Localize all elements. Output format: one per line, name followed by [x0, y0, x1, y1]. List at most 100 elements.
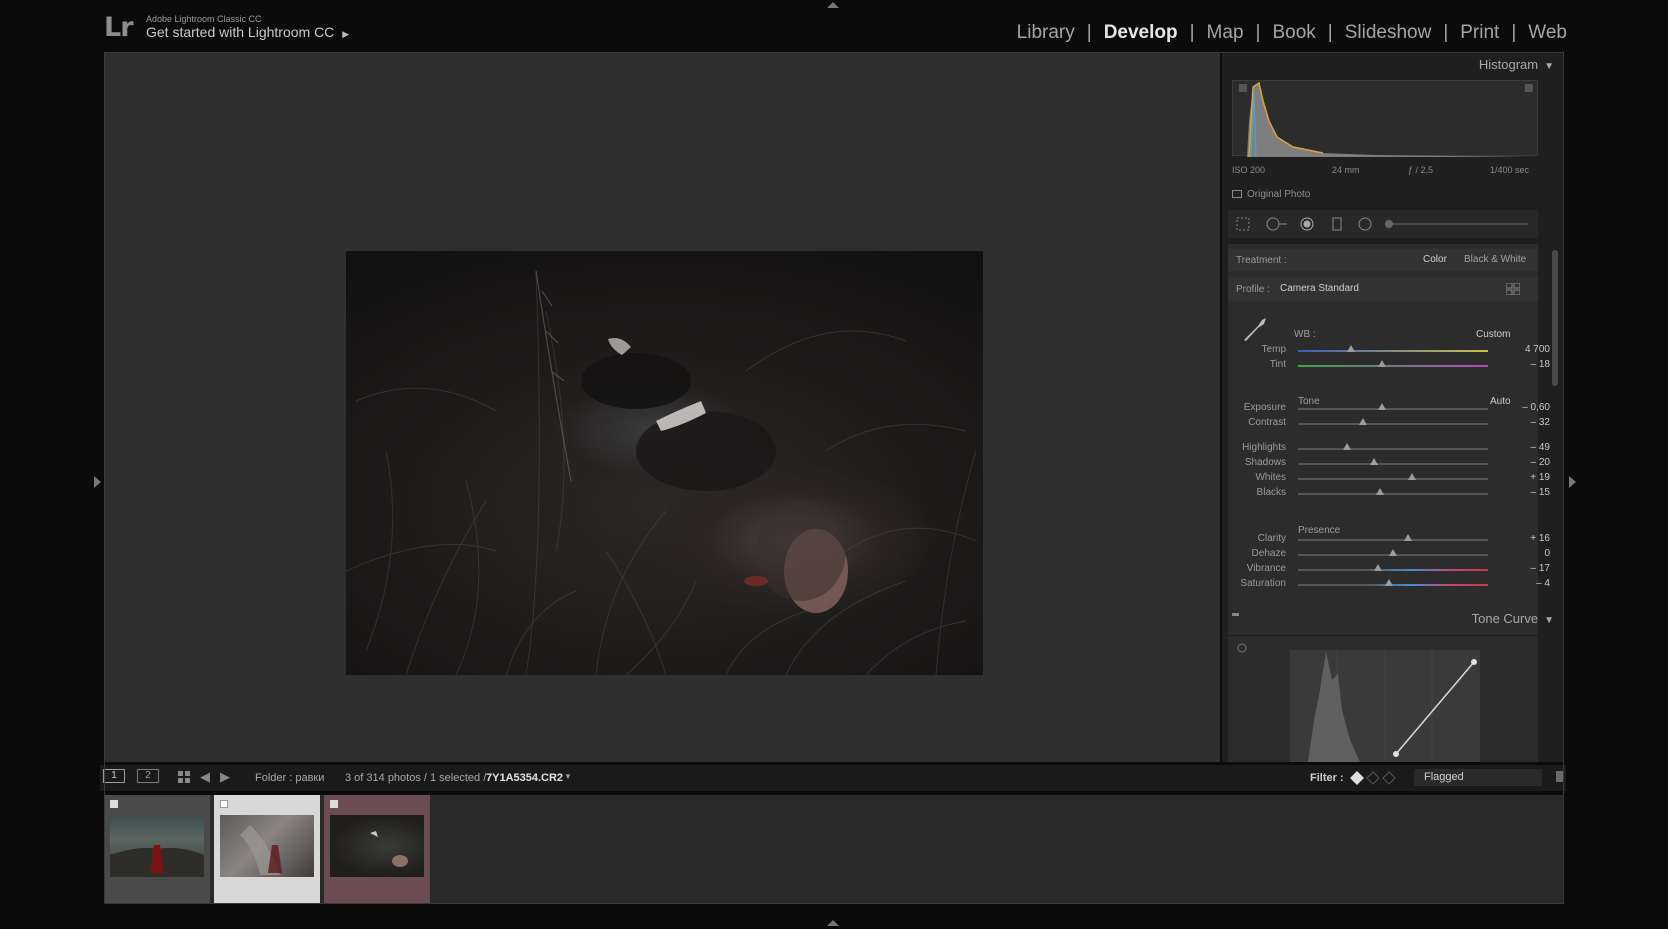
next-photo-icon[interactable]: ▶ — [220, 769, 230, 785]
spot-removal-icon[interactable] — [1266, 217, 1288, 231]
filmstrip-thumbnail[interactable] — [104, 795, 210, 903]
exposure-value[interactable]: – 0,60 — [1522, 402, 1550, 413]
dehaze-value[interactable]: 0 — [1544, 548, 1550, 559]
tone-curve-graph[interactable] — [1290, 650, 1480, 762]
treatment-label: Treatment : — [1236, 255, 1287, 266]
crop-overlay-icon[interactable] — [1236, 217, 1250, 231]
selected-filename[interactable]: 7Y1A5354.CR2 — [486, 772, 563, 784]
filter-dropdown[interactable]: Flagged — [1414, 769, 1542, 786]
blacks-slider[interactable] — [1298, 488, 1488, 495]
module-print[interactable]: Print — [1460, 22, 1499, 44]
flag-filter-icon[interactable] — [1350, 771, 1398, 785]
graduated-filter-icon[interactable] — [1330, 217, 1344, 231]
module-slideshow[interactable]: Slideshow — [1345, 22, 1432, 44]
module-library[interactable]: Library — [1017, 22, 1075, 44]
photo-count: 3 of 314 photos / 1 selected / — [345, 772, 487, 784]
original-photo-toggle[interactable]: Original Photo — [1232, 189, 1310, 200]
exposure-slider-thumb[interactable] — [1377, 403, 1386, 410]
adjustment-brush-icon[interactable] — [1384, 217, 1398, 231]
exposure-label: Exposure — [1243, 402, 1286, 413]
tint-slider[interactable] — [1298, 360, 1488, 367]
shadows-value[interactable]: – 20 — [1531, 457, 1550, 468]
dehaze-slider-thumb[interactable] — [1389, 549, 1397, 556]
module-develop[interactable]: Develop — [1104, 22, 1178, 44]
contrast-slider-thumb[interactable] — [1358, 418, 1367, 425]
histogram-title: Histogram — [1478, 57, 1539, 72]
profile-dropdown[interactable]: Camera Standard — [1280, 283, 1359, 294]
vibrance-slider[interactable] — [1298, 564, 1488, 571]
tone-curve-header[interactable]: Tone Curve ▼ — [1472, 611, 1554, 626]
original-photo-label: Original Photo — [1247, 189, 1311, 200]
treatment-color-button[interactable]: Color — [1423, 254, 1447, 265]
original-photo-checkbox[interactable] — [1232, 190, 1242, 199]
module-map[interactable]: Map — [1207, 22, 1244, 44]
shadows-slider[interactable] — [1298, 458, 1488, 465]
top-panel-toggle-icon[interactable] — [827, 2, 839, 8]
secondary-view-button[interactable]: 2 — [137, 769, 159, 783]
vibrance-slider-thumb[interactable] — [1373, 564, 1382, 571]
wb-label: WB : — [1294, 329, 1316, 340]
collapse-icon: ▼ — [1544, 615, 1554, 626]
panel-switch-icon[interactable] — [1232, 613, 1239, 616]
grid-view-icon[interactable] — [178, 771, 191, 784]
radial-filter-icon[interactable] — [1358, 217, 1372, 231]
previous-photo-icon[interactable]: ◀ — [200, 769, 210, 785]
main-photo[interactable] — [346, 251, 983, 675]
right-panel: Histogram ▼ ISO 200 24 mm ƒ / 2,5 1/400 s… — [1222, 52, 1564, 762]
filmstrip-thumbnail-selected[interactable] — [214, 795, 320, 903]
shadows-label: Shadows — [1244, 457, 1286, 468]
get-started-link[interactable]: Get started with Lightroom CC ▶ — [146, 24, 349, 40]
iso-value: ISO 200 — [1232, 165, 1266, 175]
wb-dropdown[interactable]: Custom — [1476, 329, 1510, 340]
clarity-slider[interactable] — [1298, 534, 1488, 541]
red-eye-icon[interactable] — [1300, 217, 1314, 231]
highlights-slider[interactable] — [1298, 443, 1488, 450]
module-book[interactable]: Book — [1272, 22, 1315, 44]
temp-slider[interactable] — [1298, 345, 1488, 352]
temp-slider-thumb[interactable] — [1347, 345, 1356, 352]
folder-source[interactable]: Folder : равки — [255, 772, 324, 784]
contrast-slider[interactable] — [1298, 418, 1488, 425]
exposure-slider[interactable] — [1298, 403, 1488, 410]
treatment-bw-button[interactable]: Black & White — [1464, 254, 1526, 265]
shadows-slider-thumb[interactable] — [1370, 458, 1378, 465]
whites-value[interactable]: + 19 — [1530, 472, 1550, 483]
histogram-header[interactable]: Histogram ▼ — [1479, 57, 1554, 72]
clarity-value[interactable]: + 16 — [1530, 533, 1550, 544]
lightroom-logo: Lr — [104, 12, 134, 43]
filename-dropdown-icon[interactable]: ▼ — [564, 772, 572, 781]
saturation-slider[interactable] — [1298, 579, 1488, 586]
whites-slider-thumb[interactable] — [1408, 473, 1416, 480]
tint-value[interactable]: – 18 — [1531, 359, 1550, 370]
primary-view-button[interactable]: 1 — [103, 769, 125, 783]
filmstrip-thumbnail[interactable] — [324, 795, 430, 903]
whites-slider[interactable] — [1298, 473, 1488, 480]
profile-browser-icon[interactable] — [1506, 283, 1520, 295]
blacks-slider-thumb[interactable] — [1375, 488, 1384, 495]
brush-slider[interactable] — [1388, 223, 1528, 225]
module-web[interactable]: Web — [1528, 22, 1567, 44]
tint-slider-thumb[interactable] — [1377, 360, 1386, 367]
shutter-value: 1/400 sec — [1490, 165, 1530, 175]
white-balance-picker-icon[interactable] — [1240, 316, 1268, 342]
contrast-value[interactable]: – 32 — [1531, 417, 1550, 428]
saturation-slider-thumb[interactable] — [1385, 579, 1394, 586]
left-panel-toggle-icon[interactable] — [94, 476, 101, 488]
tint-label: Tint — [1269, 359, 1286, 370]
dehaze-slider[interactable] — [1298, 549, 1488, 556]
right-panel-scrollbar[interactable] — [1552, 250, 1558, 386]
blacks-value[interactable]: – 15 — [1531, 487, 1550, 498]
temp-value[interactable]: 4 700 — [1525, 344, 1550, 355]
presence-label: Presence — [1298, 525, 1341, 536]
tone-auto-button[interactable]: Auto — [1490, 396, 1511, 407]
highlights-value[interactable]: – 49 — [1531, 442, 1550, 453]
filter-lock-icon[interactable] — [1556, 771, 1564, 782]
histogram-graph[interactable] — [1232, 80, 1539, 158]
bottom-panel-toggle-icon[interactable] — [827, 920, 839, 926]
saturation-value[interactable]: – 4 — [1536, 578, 1550, 589]
highlights-slider-thumb[interactable] — [1343, 443, 1352, 450]
clarity-slider-thumb[interactable] — [1404, 534, 1413, 541]
right-panel-toggle-icon[interactable] — [1569, 476, 1576, 488]
targeted-adjustment-icon[interactable] — [1236, 642, 1248, 654]
vibrance-value[interactable]: – 17 — [1531, 563, 1550, 574]
